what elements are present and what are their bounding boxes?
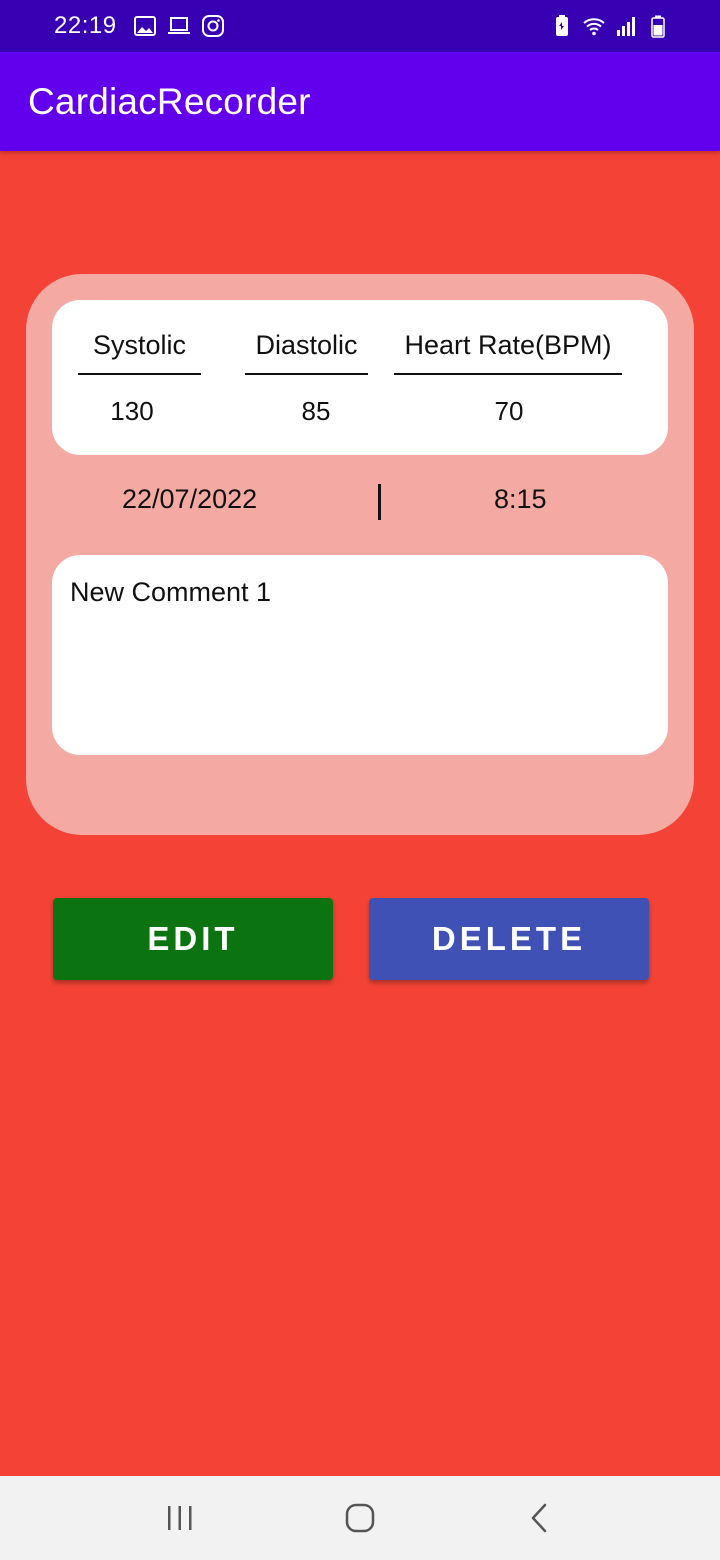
readings-panel: Systolic Diastolic Heart Rate(BPM) 130 8… bbox=[52, 300, 668, 455]
back-icon[interactable] bbox=[510, 1488, 570, 1548]
instagram-icon bbox=[201, 14, 225, 38]
edit-button[interactable]: EDIT bbox=[53, 898, 333, 980]
status-right bbox=[550, 14, 670, 38]
record-time: 8:15 bbox=[494, 484, 547, 514]
wifi-icon bbox=[582, 14, 606, 38]
battery-icon bbox=[646, 14, 670, 38]
heart-rate-value: 70 bbox=[494, 396, 524, 426]
navigation-bar bbox=[0, 1476, 720, 1560]
systolic-value: 130 bbox=[110, 396, 154, 426]
diastolic-value: 85 bbox=[301, 396, 331, 426]
comment-box: New Comment 1 bbox=[52, 555, 668, 755]
laptop-icon bbox=[167, 14, 191, 38]
status-left: 22:19 bbox=[54, 12, 225, 40]
home-icon[interactable] bbox=[330, 1488, 390, 1548]
datetime-row: 22/07/2022 8:15 bbox=[26, 484, 694, 524]
app-bar: CardiacRecorder bbox=[0, 52, 720, 151]
signal-icon bbox=[614, 14, 638, 38]
datetime-divider bbox=[378, 484, 381, 520]
systolic-label: Systolic bbox=[78, 330, 201, 375]
diastolic-label: Diastolic bbox=[245, 330, 368, 375]
recent-apps-icon[interactable] bbox=[150, 1488, 210, 1548]
status-time: 22:19 bbox=[54, 12, 117, 39]
heart-rate-label: Heart Rate(BPM) bbox=[394, 330, 622, 375]
battery-saver-icon bbox=[550, 14, 574, 38]
app-title: CardiacRecorder bbox=[28, 80, 311, 122]
image-icon bbox=[133, 14, 157, 38]
delete-button[interactable]: DELETE bbox=[369, 898, 649, 980]
record-date: 22/07/2022 bbox=[122, 484, 258, 514]
status-bar: 22:19 bbox=[0, 0, 720, 52]
record-card: Systolic Diastolic Heart Rate(BPM) 130 8… bbox=[26, 274, 694, 835]
